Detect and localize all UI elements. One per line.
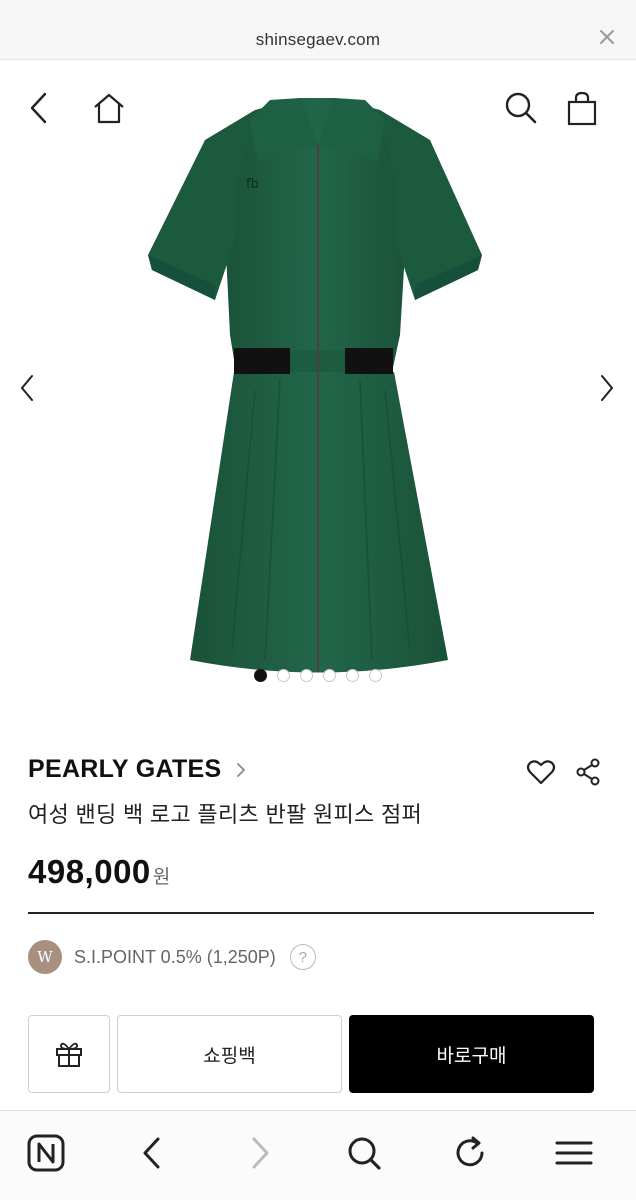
svg-text:fb: fb — [246, 177, 259, 192]
gallery-pagination[interactable] — [0, 669, 636, 682]
refresh-icon[interactable] — [448, 1131, 492, 1175]
gallery-dot[interactable] — [300, 669, 313, 682]
buy-now-button[interactable]: 바로구매 — [349, 1015, 594, 1093]
chevron-right-icon — [237, 762, 246, 777]
n-logo-icon[interactable] — [24, 1131, 68, 1175]
point-text: S.I.POINT 0.5% (1,250P) — [74, 946, 276, 967]
shopping-bag-icon[interactable] — [566, 90, 598, 126]
price-value: 498,000 — [28, 853, 151, 890]
gallery-dot[interactable] — [323, 669, 336, 682]
product-image: fb — [148, 98, 482, 673]
forward-icon[interactable] — [238, 1131, 282, 1175]
product-image-gallery[interactable]: fb — [0, 60, 636, 700]
browser-toolbar — [0, 1110, 636, 1200]
heart-icon[interactable] — [526, 758, 556, 786]
price-currency: 원 — [152, 867, 171, 888]
gallery-dot[interactable] — [346, 669, 359, 682]
w-point-badge: W — [28, 940, 62, 974]
prev-image-icon[interactable] — [16, 370, 40, 406]
help-icon[interactable]: ? — [289, 944, 316, 970]
back-icon[interactable] — [130, 1131, 174, 1175]
brand-name: PEARLY GATES — [28, 755, 222, 783]
back-icon[interactable] — [28, 92, 50, 124]
divider — [28, 912, 594, 914]
search-icon[interactable] — [342, 1131, 386, 1175]
gallery-dot[interactable] — [254, 669, 267, 682]
url-domain: shinsegaev.com — [255, 30, 381, 49]
gift-icon — [56, 1042, 82, 1067]
search-icon[interactable] — [504, 91, 538, 125]
menu-icon[interactable] — [552, 1131, 596, 1175]
home-icon[interactable] — [92, 92, 126, 124]
add-to-bag-button[interactable]: 쇼핑백 — [117, 1015, 342, 1093]
brand-link[interactable]: PEARLY GATES — [28, 755, 247, 784]
gift-button[interactable] — [28, 1015, 110, 1093]
gallery-dot[interactable] — [369, 669, 382, 682]
share-icon[interactable] — [575, 758, 601, 786]
close-icon[interactable] — [598, 28, 616, 46]
next-image-icon[interactable] — [594, 370, 618, 406]
price: 498,000 원 — [28, 853, 170, 891]
gallery-dot[interactable] — [277, 669, 290, 682]
product-title: 여성 밴딩 백 로고 플리츠 반팔 원피스 점퍼 — [28, 802, 423, 827]
browser-url-bar[interactable]: shinsegaev.com — [0, 0, 636, 60]
si-point-row: W S.I.POINT 0.5% (1,250P) ? — [28, 940, 316, 974]
